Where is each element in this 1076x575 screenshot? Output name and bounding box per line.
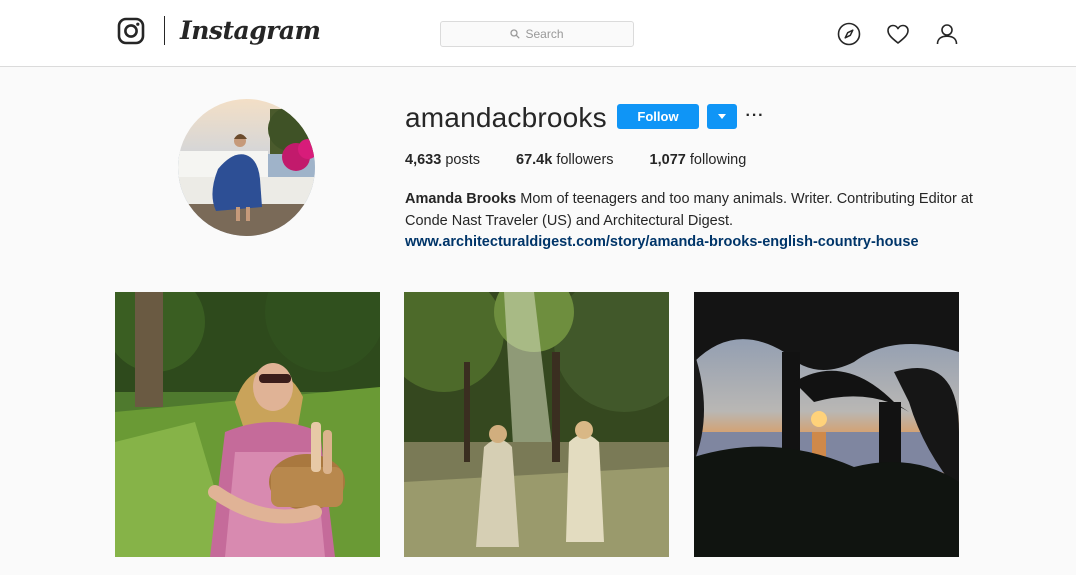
posts-value: 4,633 [405,152,442,168]
user-icon[interactable] [935,22,959,46]
logo-divider [164,16,165,45]
post-thumbnail[interactable] [694,292,959,557]
following-value: 1,077 [649,152,686,168]
post-thumbnail[interactable] [404,292,669,557]
post-thumbnail[interactable] [115,292,380,557]
post-photo-woman-with-wine-bucket [115,292,380,557]
chevron-down-icon [718,113,726,119]
followers-count[interactable]: 67.4k followers [516,152,614,168]
suggestions-dropdown-button[interactable] [707,104,737,129]
profile-username: amandacbrooks [405,102,607,133]
search-icon [510,29,521,39]
profile-full-name: Amanda Brooks [405,191,517,207]
avatar-photo [178,99,315,236]
posts-count: 4,633 posts [405,152,480,168]
profile-bio: Amanda Brooks Mom of teenagers and too m… [405,189,975,254]
heart-icon[interactable] [886,22,910,46]
search-input[interactable]: Search [440,21,634,47]
posts-label: posts [445,152,480,168]
followers-value: 67.4k [516,152,553,168]
bio-website-link[interactable]: www.architecturaldigest.com/story/amanda… [405,232,975,254]
post-photo-sunset-through-trees [694,292,959,557]
following-label: following [689,152,747,168]
more-options-button[interactable]: ··· [745,106,765,126]
compass-icon[interactable] [837,22,861,46]
camera-logo-icon[interactable] [117,17,145,45]
follow-button[interactable]: Follow [617,104,699,129]
profile-avatar[interactable] [178,99,315,236]
followers-label: followers [556,152,614,168]
search-placeholder: Search [525,27,564,41]
top-navigation-bar: Instagram Search [0,0,1076,67]
profile-stats: 4,633 posts 67.4k followers 1,077 follow… [405,152,782,168]
brand-wordmark[interactable]: Instagram [180,14,321,48]
following-count[interactable]: 1,077 following [650,152,747,168]
post-photo-two-women-in-forest [404,292,669,557]
